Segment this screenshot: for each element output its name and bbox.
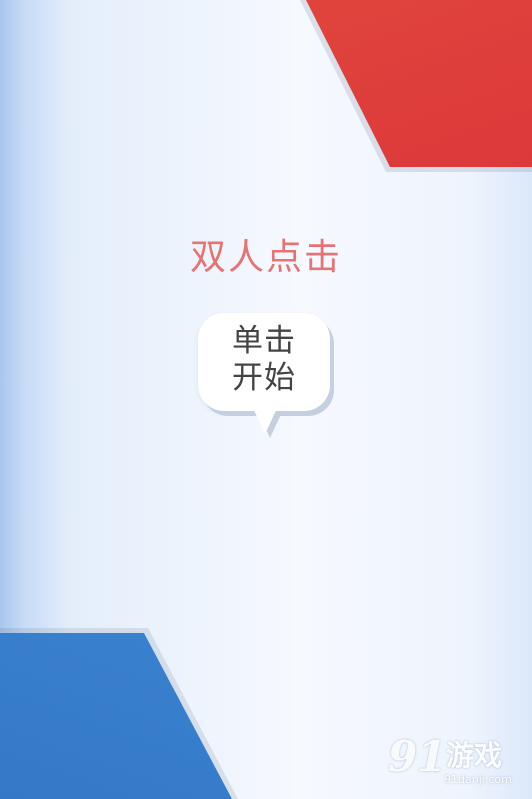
- game-title: 双人点击: [189, 237, 342, 278]
- start-button-label[interactable]: 单击 开始: [198, 323, 330, 397]
- watermark-site: 91danji.com: [444, 773, 512, 786]
- start-button-line2: 开始: [232, 360, 296, 396]
- start-button-line1: 单击: [232, 323, 296, 359]
- watermark-logo: 91: [388, 732, 447, 781]
- watermark-name: 游戏: [446, 739, 503, 772]
- site-watermark: 91 游戏 91danji.com: [388, 735, 524, 791]
- game-start-screen[interactable]: 双人点击 单击 开始 91 游戏 91danji.com: [0, 0, 532, 799]
